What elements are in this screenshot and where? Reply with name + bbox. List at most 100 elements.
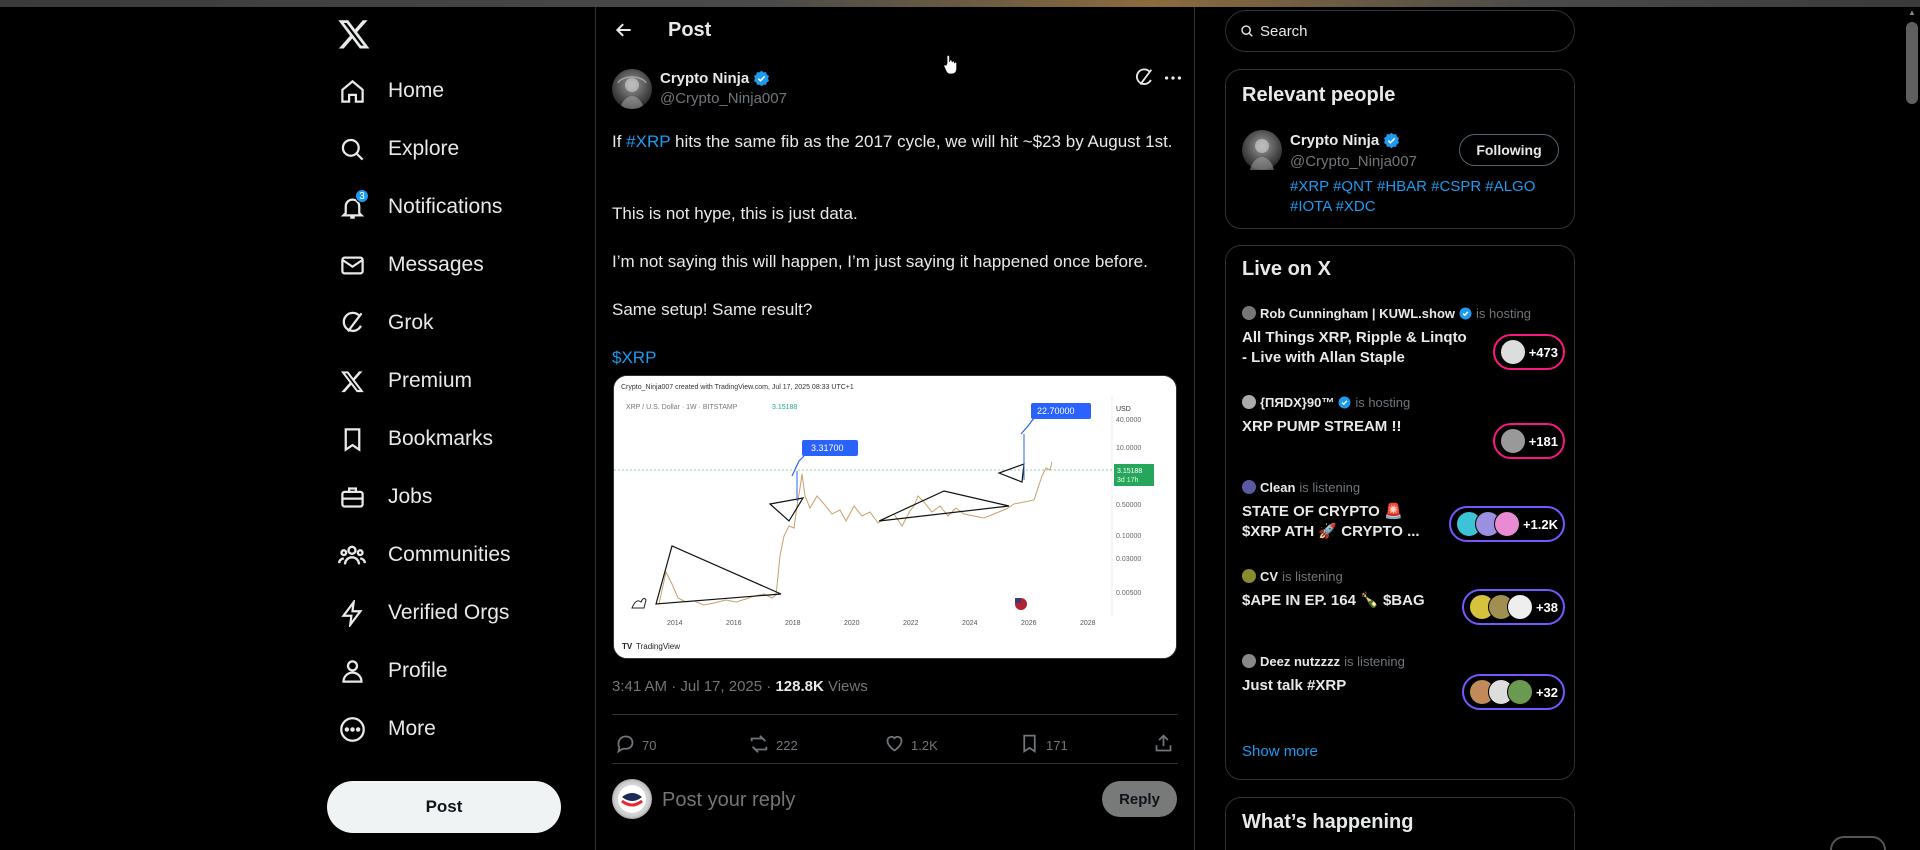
host-avatar <box>1242 395 1256 409</box>
live-space-item[interactable]: {ПЯDX}90™ is hosting XRP PUMP STREAM !! +… <box>1242 393 1565 459</box>
host-status: is listening <box>1299 479 1361 495</box>
verified-badge-icon <box>1338 396 1351 409</box>
bio-hashtags[interactable]: #IOTA #XDC <box>1290 197 1535 217</box>
views-label: Views <box>823 678 868 695</box>
reply-input[interactable] <box>662 785 1062 815</box>
host-status: is hosting <box>1355 394 1411 410</box>
author-avatar[interactable] <box>612 69 652 109</box>
panel-title: Live on X <box>1242 258 1331 280</box>
nav-home[interactable]: Home <box>337 65 444 117</box>
relevant-handle[interactable]: @Crypto_Ninja007 <box>1290 153 1417 170</box>
lightning-icon <box>337 598 367 628</box>
people-icon <box>337 540 367 570</box>
host-name: Clean <box>1260 479 1296 495</box>
user-avatar[interactable] <box>612 779 652 819</box>
currency-label: USD <box>1116 406 1131 413</box>
notification-badge: 3 <box>355 189 369 203</box>
bookmark-action-button[interactable]: 171 <box>1019 727 1068 763</box>
cashtag-link[interactable]: $XRP <box>612 347 1177 369</box>
page-title: Post <box>668 19 712 41</box>
repost-action-button[interactable]: 222 <box>748 727 798 763</box>
live-space-item[interactable]: Clean is listening STATE OF CRYPTO 🚨 $XRP… <box>1242 478 1565 542</box>
x-tick: 2018 <box>785 620 801 627</box>
nav-label: Explore <box>388 137 460 160</box>
listener-count: +473 <box>1528 344 1558 360</box>
nav-explore[interactable]: Explore <box>337 123 459 175</box>
page-scrollbar[interactable] <box>1906 22 1918 104</box>
share-icon <box>1153 733 1174 757</box>
nav-communities[interactable]: Communities <box>337 529 511 581</box>
bio-hashtags[interactable]: #XRP #QNT #HBAR #CSPR #ALGO <box>1290 177 1535 197</box>
timestamp[interactable]: 3:41 AM · Jul 17, 2025 · <box>612 678 775 695</box>
live-space-item[interactable]: Deez nutzzzz is listening Just talk #XRP … <box>1242 652 1565 710</box>
panel-title: Relevant people <box>1242 84 1396 106</box>
nav-label: Messages <box>388 253 484 276</box>
nav-label: Notifications <box>388 195 503 218</box>
search-icon <box>337 134 367 164</box>
share-button[interactable] <box>1153 727 1174 763</box>
nav-verified-orgs[interactable]: Verified Orgs <box>337 587 509 639</box>
y-tick: 0.03000 <box>1116 556 1141 563</box>
search-bar[interactable] <box>1225 10 1575 52</box>
author-handle[interactable]: @Crypto_Ninja007 <box>660 90 787 107</box>
divider <box>612 714 1178 715</box>
verified-badge-icon <box>1383 132 1400 149</box>
reply-action-button[interactable]: 70 <box>615 727 656 763</box>
compose-post-button[interactable]: Post <box>327 781 561 833</box>
listener-avatar <box>1499 428 1526 454</box>
nav-profile[interactable]: Profile <box>337 645 448 697</box>
like-action-button[interactable]: 1.2K <box>884 727 938 763</box>
y-tick: 0.50000 <box>1116 502 1141 509</box>
relevant-avatar[interactable] <box>1242 130 1282 170</box>
mouse-cursor-icon <box>943 54 957 75</box>
person-icon <box>337 656 367 686</box>
more-options-icon[interactable] <box>1162 67 1186 91</box>
grok-icon[interactable] <box>1133 67 1157 91</box>
x-logo-icon[interactable] <box>337 17 371 51</box>
space-title: Just talk #XRP <box>1242 677 1347 694</box>
x-tick: 2026 <box>1021 620 1037 627</box>
listener-count-pill[interactable]: +181 <box>1492 423 1565 459</box>
nav-bookmarks[interactable]: Bookmarks <box>337 413 493 465</box>
x-tick: 2022 <box>903 620 919 627</box>
relevant-name[interactable]: Crypto Ninja <box>1290 132 1400 149</box>
reply-button[interactable]: Reply <box>1102 781 1177 817</box>
hashtag-link[interactable]: #XRP <box>626 132 670 151</box>
nav-more[interactable]: More <box>337 703 436 755</box>
listener-count-pill[interactable]: +32 <box>1461 674 1565 710</box>
post-media-chart[interactable]: Crypto_Ninja007 created with TradingView… <box>613 375 1177 659</box>
space-title: STATE OF CRYPTO 🚨 $XRP ATH 🚀 CRYPTO ... <box>1242 503 1420 540</box>
y-tick: 40.0000 <box>1116 417 1141 424</box>
author-name[interactable]: Crypto Ninja <box>660 70 770 87</box>
messages-drawer[interactable] <box>1830 836 1886 850</box>
repost-icon <box>748 733 770 758</box>
host-avatar <box>1242 306 1256 320</box>
current-time: 3d 17h <box>1117 477 1139 484</box>
nav-grok[interactable]: Grok <box>337 297 434 349</box>
listener-count-pill[interactable]: +1.2K <box>1448 506 1565 542</box>
nav-messages[interactable]: Messages <box>337 239 484 291</box>
host-status: is listening <box>1282 568 1343 584</box>
scroll-up-arrow-icon[interactable]: ▲ <box>1906 8 1918 18</box>
host-status: is listening <box>1344 653 1405 669</box>
search-input[interactable] <box>1260 22 1560 40</box>
nav-premium[interactable]: Premium <box>337 355 472 407</box>
whats-happening-panel: What’s happening <box>1225 797 1575 850</box>
show-more-link[interactable]: Show more <box>1242 743 1318 760</box>
home-icon <box>337 76 367 106</box>
nav-jobs[interactable]: Jobs <box>337 471 432 523</box>
reply-count: 70 <box>642 737 657 753</box>
text: If <box>612 132 627 151</box>
more-circle-icon <box>337 714 367 744</box>
nav-notifications[interactable]: 3 Notifications <box>337 181 502 233</box>
listener-count-pill[interactable]: +473 <box>1492 334 1565 370</box>
following-button[interactable]: Following <box>1459 134 1559 166</box>
space-title: All Things XRP, Ripple & Linqto - Live w… <box>1242 329 1467 366</box>
live-space-item[interactable]: CV is listening $APE IN EP. 164 🍾 $BAG +3… <box>1242 567 1565 625</box>
space-title: $APE IN EP. 164 🍾 $BAG <box>1242 592 1425 609</box>
back-arrow-icon[interactable] <box>611 17 637 43</box>
host-avatar <box>1242 569 1256 583</box>
listener-count: +181 <box>1528 433 1558 449</box>
listener-count-pill[interactable]: +38 <box>1461 589 1565 625</box>
live-space-item[interactable]: Rob Cunningham | KUWL.show is hosting All… <box>1242 304 1565 370</box>
